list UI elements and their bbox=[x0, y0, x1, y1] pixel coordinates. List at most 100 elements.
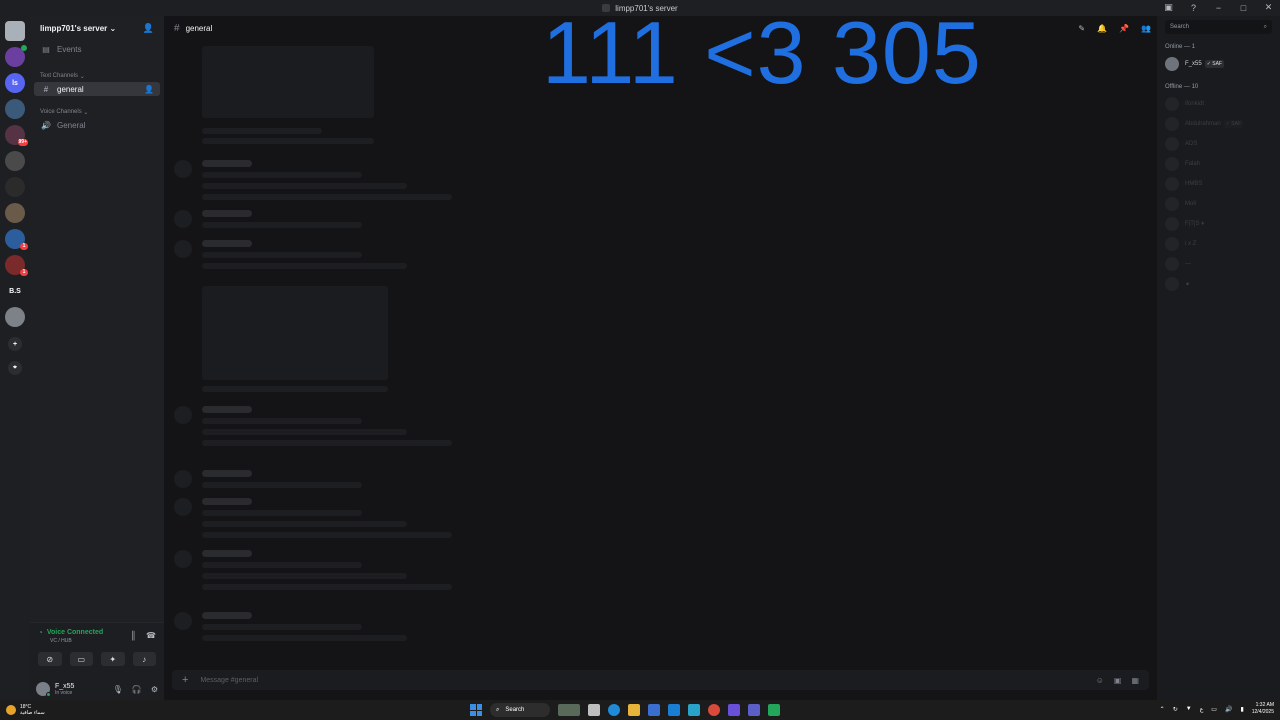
inbox-icon[interactable]: ▣ bbox=[1163, 2, 1174, 13]
guild-icon[interactable] bbox=[5, 203, 25, 223]
store-icon[interactable] bbox=[648, 704, 660, 716]
member-name: i x Z bbox=[1185, 241, 1197, 247]
home-icon[interactable] bbox=[5, 21, 25, 41]
loading-placeholder bbox=[202, 635, 407, 641]
moon-icon bbox=[6, 705, 16, 715]
channel-item-general[interactable]: # general 👤 bbox=[34, 82, 160, 96]
text-channels-category[interactable]: Text Channels ⌄ bbox=[30, 70, 164, 82]
members-icon[interactable]: 👥 bbox=[1141, 24, 1151, 33]
server-header[interactable]: limpp701's server ⌄ 👤 bbox=[30, 16, 164, 40]
threads-icon[interactable]: ✎ bbox=[1078, 24, 1085, 33]
battery-icon[interactable]: ▮ bbox=[1240, 706, 1243, 713]
noise-suppression-icon[interactable]: ║ bbox=[130, 631, 136, 640]
clock[interactable]: 1:32 AM 12/4/2025 bbox=[1252, 702, 1274, 716]
avatar[interactable] bbox=[36, 682, 51, 697]
member-item[interactable]: Falah bbox=[1165, 154, 1272, 174]
chevron-down-icon: ⌄ bbox=[83, 109, 89, 116]
widget-icon[interactable] bbox=[558, 704, 580, 716]
guild-icon[interactable]: 1 bbox=[5, 229, 28, 250]
member-item[interactable]: i x Z bbox=[1165, 234, 1272, 254]
voice-status[interactable]: Voice Connected bbox=[47, 629, 103, 636]
windows-start-icon[interactable] bbox=[470, 704, 482, 716]
guild-icon[interactable]: ls bbox=[5, 73, 25, 93]
apps-icon[interactable]: ▦ bbox=[1131, 676, 1139, 685]
events-item[interactable]: ▤ Events bbox=[30, 42, 164, 56]
avatar bbox=[1165, 277, 1179, 291]
app-icon[interactable] bbox=[768, 704, 780, 716]
loading-placeholder bbox=[202, 532, 452, 538]
edge-icon[interactable] bbox=[608, 704, 620, 716]
create-invite-icon[interactable]: 👤 bbox=[144, 85, 154, 94]
shield-icon[interactable]: ▼ bbox=[1186, 706, 1192, 712]
guild-label: ls bbox=[12, 79, 18, 87]
guild-icon[interactable] bbox=[5, 151, 25, 171]
member-item[interactable]: — bbox=[1165, 254, 1272, 274]
voice-channels-category[interactable]: Voice Channels ⌄ bbox=[30, 106, 164, 118]
guild-icon[interactable] bbox=[5, 307, 25, 327]
help-icon[interactable]: ? bbox=[1188, 3, 1199, 13]
network-icon[interactable]: ▭ bbox=[1211, 706, 1217, 713]
weather-widget[interactable]: 18°C سماء صافية bbox=[6, 704, 45, 716]
loading-avatar bbox=[174, 210, 192, 228]
soundboard-button[interactable]: ♪ bbox=[132, 652, 156, 666]
plus-icon[interactable]: + bbox=[182, 674, 188, 686]
language-indicator[interactable]: ع bbox=[1200, 706, 1204, 713]
compass-icon[interactable]: ⌖ bbox=[8, 361, 22, 375]
member-item[interactable]: HMBS bbox=[1165, 174, 1272, 194]
member-item[interactable]: Moli bbox=[1165, 194, 1272, 214]
add-server-icon[interactable]: + bbox=[8, 337, 22, 351]
user-panel: F_x55 In voice 🎙 🎧 ⚙ bbox=[30, 678, 164, 700]
loading-placeholder bbox=[202, 46, 374, 118]
teams-icon[interactable] bbox=[748, 704, 760, 716]
camera-button[interactable]: ⊘ bbox=[38, 652, 62, 666]
app-icon[interactable] bbox=[688, 704, 700, 716]
volume-icon[interactable]: 🔊 bbox=[1225, 706, 1232, 713]
emoji-icon[interactable]: ☺ bbox=[1096, 676, 1104, 685]
guild-icon[interactable]: 1 bbox=[5, 255, 28, 276]
disconnect-icon[interactable]: ☎ bbox=[146, 631, 156, 640]
member-item[interactable]: ADS bbox=[1165, 134, 1272, 154]
loading-placeholder bbox=[202, 386, 388, 392]
composer-placeholder[interactable]: Message #general bbox=[200, 677, 258, 684]
chrome-icon[interactable] bbox=[708, 704, 720, 716]
bell-icon[interactable]: 🔔 bbox=[1097, 24, 1107, 33]
mention-badge: 1 bbox=[20, 243, 28, 250]
close-button[interactable]: ✕ bbox=[1263, 2, 1274, 13]
screen-share-button[interactable]: ▭ bbox=[69, 652, 93, 666]
message-composer[interactable]: + Message #general ☺ ▣ ▦ bbox=[172, 670, 1149, 690]
sticker-icon[interactable]: ▣ bbox=[1114, 676, 1122, 685]
member-name: ifonkidt bbox=[1185, 101, 1205, 107]
file-explorer-icon[interactable] bbox=[628, 704, 640, 716]
channel-sidebar: limpp701's server ⌄ 👤 ▤ Events Text Chan… bbox=[30, 16, 164, 700]
loading-placeholder bbox=[202, 429, 407, 435]
invite-people-icon[interactable]: 👤 bbox=[143, 23, 154, 34]
microphone-icon[interactable]: 🎙 bbox=[113, 685, 123, 694]
gear-icon[interactable]: ⚙ bbox=[151, 685, 158, 694]
task-view-icon[interactable] bbox=[588, 704, 600, 716]
member-item[interactable]: F_x55 ✓ SAF bbox=[1165, 54, 1272, 74]
guild-icon[interactable] bbox=[5, 177, 25, 197]
member-item[interactable]: Abdulrahman ✓ SAF bbox=[1165, 114, 1272, 134]
member-item[interactable]: F|T|S ♦ bbox=[1165, 214, 1272, 234]
guild-icon[interactable]: 99+ bbox=[5, 125, 28, 146]
member-item[interactable]: ⚫ bbox=[1165, 274, 1272, 294]
member-item[interactable]: ifonkidt bbox=[1165, 94, 1272, 114]
app-icon[interactable] bbox=[728, 704, 740, 716]
pin-icon[interactable]: 📌 bbox=[1119, 24, 1129, 33]
activities-button[interactable]: ✦ bbox=[101, 652, 125, 666]
headphones-icon[interactable]: 🎧 bbox=[132, 685, 142, 694]
loading-placeholder bbox=[202, 183, 407, 189]
guild-icon[interactable] bbox=[5, 99, 25, 119]
maximize-button[interactable]: □ bbox=[1238, 3, 1249, 13]
signal-icon[interactable]: ◔ bbox=[38, 628, 43, 637]
sync-icon[interactable]: ↻ bbox=[1173, 706, 1178, 713]
voice-channel-general[interactable]: 🔊 General bbox=[30, 118, 164, 132]
taskbar-search[interactable]: ⌕ Search bbox=[490, 703, 550, 717]
mail-icon[interactable] bbox=[668, 704, 680, 716]
search-input[interactable]: Search ⌕ bbox=[1165, 20, 1272, 34]
loading-avatar bbox=[174, 240, 192, 258]
guild-icon[interactable]: B.S bbox=[5, 281, 25, 301]
guild-icon[interactable] bbox=[5, 45, 27, 67]
minimize-button[interactable]: − bbox=[1213, 3, 1224, 13]
chevron-up-icon[interactable]: ⌃ bbox=[1160, 706, 1165, 713]
